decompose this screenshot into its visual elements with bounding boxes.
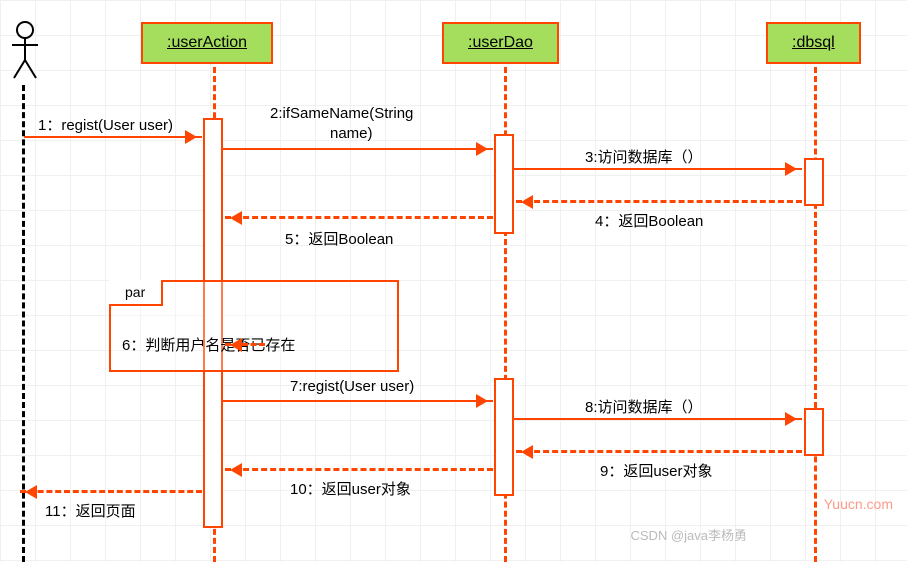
activation-dbsql-1 xyxy=(804,158,824,206)
label-2a: 2:ifSameName(String xyxy=(270,105,413,122)
fragment-par: par xyxy=(109,280,399,372)
actor-icon xyxy=(10,20,40,83)
arrow-5 xyxy=(225,216,493,219)
activation-userDao-1 xyxy=(494,134,514,234)
arrow-8 xyxy=(514,418,802,420)
credit: CSDN @java李杨勇 xyxy=(631,525,748,544)
arrow-6-self xyxy=(225,343,265,346)
label-5: 5：返回Boolean xyxy=(285,228,393,249)
label-1: 1：regist(User user) xyxy=(38,114,173,135)
label-7: 7:regist(User user) xyxy=(290,378,414,395)
label-8: 8:访问数据库（） xyxy=(585,396,703,417)
label-4: 4：返回Boolean xyxy=(595,210,703,231)
arrow-4 xyxy=(516,200,802,203)
participant-userDao: :userDao xyxy=(442,22,559,64)
label-2b: name) xyxy=(330,125,373,142)
arrow-11 xyxy=(20,490,202,493)
label-9: 9：返回user对象 xyxy=(600,460,713,481)
lifeline-dbsql xyxy=(814,67,817,562)
arrow-10 xyxy=(225,468,493,471)
arrow-1 xyxy=(24,136,202,138)
participant-dbsql: :dbsql xyxy=(766,22,861,64)
arrow-7 xyxy=(223,400,493,402)
activation-userDao-2 xyxy=(494,378,514,496)
watermark: Yuucn.com xyxy=(824,496,893,512)
label-6: 6：判断用户名是否已存在 xyxy=(122,334,295,355)
label-11: 11：返回页面 xyxy=(45,500,136,521)
label-10: 10：返回user对象 xyxy=(290,478,411,499)
label-3: 3:访问数据库（） xyxy=(585,146,703,167)
arrow-9 xyxy=(516,450,802,453)
arrow-3 xyxy=(514,168,802,170)
arrow-2 xyxy=(223,148,493,150)
activation-dbsql-2 xyxy=(804,408,824,456)
participant-userAction: :userAction xyxy=(141,22,273,64)
fragment-label: par xyxy=(109,280,163,306)
